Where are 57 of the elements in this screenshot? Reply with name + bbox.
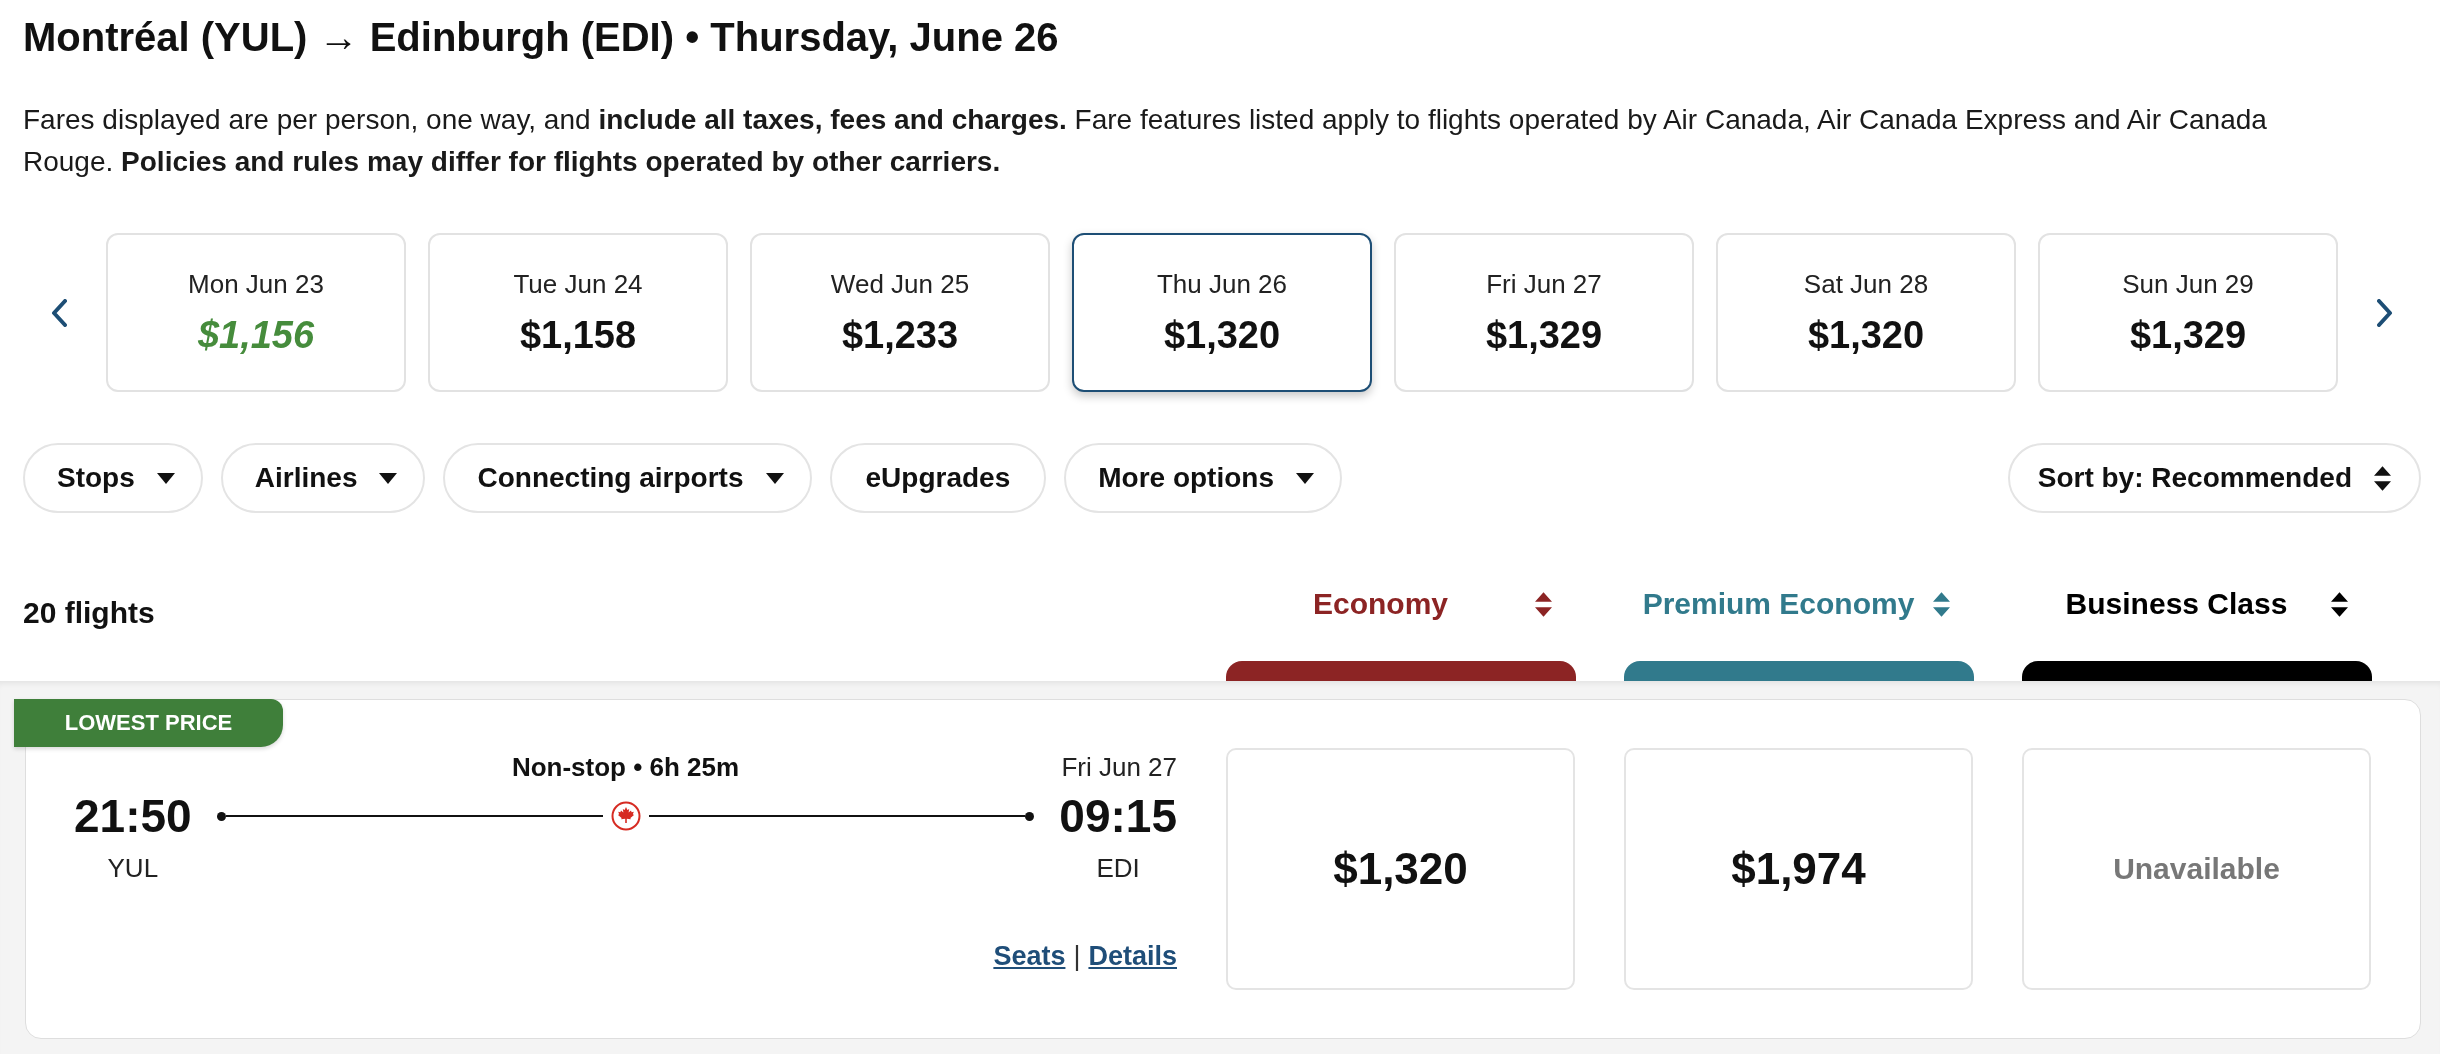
date-price: $1,156 (197, 312, 315, 358)
departure-airport: YUL (107, 852, 159, 884)
filter-dropdown[interactable]: Connecting airports (443, 443, 812, 513)
fare-unavailable: Unavailable (2022, 748, 2371, 990)
page-title: Montréal (YUL) → Edinburgh (EDI) • Thursday, June 26 (23, 14, 1060, 61)
chevron-left-icon (51, 298, 67, 327)
fare-option[interactable]: $1,320 (1226, 748, 1575, 990)
sort-arrows-icon (2374, 465, 2391, 491)
date-card[interactable]: Sun Jun 29 $1,329 (2038, 233, 2338, 392)
date-price: $1,233 (841, 312, 959, 358)
flight-summary: Non-stop • 6h 25m (511, 751, 740, 783)
date-card[interactable]: Sat Jun 28 $1,320 (1716, 233, 2016, 392)
date-label: Sun Jun 29 (2122, 267, 2254, 301)
lowest-price-badge: LOWEST PRICE (14, 699, 283, 747)
date-label: Tue Jun 24 (513, 267, 643, 301)
date-card[interactable]: Thu Jun 26 $1,320 (1072, 233, 1372, 392)
date-price: $1,320 (1807, 312, 1925, 358)
caret-down-icon (156, 472, 175, 484)
arrival-date: Fri Jun 27 (1061, 751, 1177, 783)
fare-disclaimer: Fares displayed are per person, one way, and include all taxes, fees and charges. Fare features listed apply to flights operated by Air Canada, Air Canada Express and Air Canada Rouge. Policies and rules may differ for flights operated by other carriers. (23, 103, 2268, 179)
cabin-sort-button[interactable]: Business Class (2022, 581, 2372, 627)
sort-dropdown[interactable]: Sort by: Recommended (2007, 443, 2421, 513)
caret-down-icon (379, 472, 398, 484)
filter-dropdown[interactable]: More options (1064, 443, 1342, 513)
filter-dropdown[interactable]: Stops (23, 443, 203, 513)
link-separator: | (1073, 941, 1081, 972)
date-label: Mon Jun 23 (188, 267, 324, 301)
sort-arrows-icon (2331, 591, 2348, 617)
date-card[interactable]: Wed Jun 25 $1,233 (750, 233, 1050, 392)
date-card[interactable]: Tue Jun 24 $1,158 (428, 233, 728, 392)
date-price: $1,320 (1163, 312, 1281, 358)
date-label: Fri Jun 27 (1486, 267, 1602, 301)
departure-time: 21:50 (74, 789, 192, 844)
arrival-time: 09:15 (1059, 789, 1177, 844)
date-price: $1,158 (519, 312, 637, 358)
cabin-sort-button[interactable]: Economy (1226, 581, 1576, 627)
caret-down-icon (1296, 472, 1314, 484)
date-price: $1,329 (2129, 312, 2247, 358)
date-label: Thu Jun 26 (1156, 267, 1288, 301)
cabin-sort-button[interactable]: Premium Economy (1624, 581, 1974, 627)
date-label: Wed Jun 25 (830, 267, 970, 301)
filter-dropdown[interactable]: Airlines (220, 443, 426, 513)
filter-button[interactable]: eUpgrades (829, 443, 1047, 513)
date-card[interactable]: Fri Jun 27 $1,329 (1394, 233, 1694, 392)
arrival-airport: EDI (1096, 852, 1140, 884)
seats-link[interactable]: Seats (993, 941, 1066, 972)
details-link[interactable]: Details (1088, 941, 1177, 972)
date-card[interactable]: Mon Jun 23 $1,156 (106, 233, 406, 392)
sort-arrows-icon (1933, 591, 1950, 617)
sort-arrows-icon (1535, 591, 1552, 617)
chevron-right-icon (2377, 298, 2393, 327)
caret-down-icon (765, 472, 784, 484)
result-count: 20 flights (23, 595, 155, 631)
fare-option[interactable]: $1,974 (1624, 748, 1973, 990)
date-price: $1,329 (1485, 312, 1603, 358)
maple-leaf-icon (610, 801, 641, 831)
date-label: Sat Jun 28 (1803, 267, 1929, 301)
